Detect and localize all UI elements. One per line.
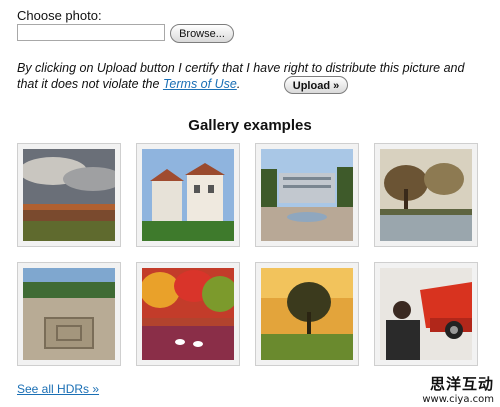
gallery-thumbnail-2[interactable] <box>136 143 240 247</box>
gallery-thumbnail-7[interactable] <box>255 262 359 366</box>
upload-disclaimer: By clicking on Upload button I certify t… <box>17 60 487 92</box>
cloudy-field-landscape-image <box>23 149 115 241</box>
gallery-thumbnail-6[interactable] <box>136 262 240 366</box>
watermark-url: www.ciya.com <box>422 394 494 405</box>
autumn-lake-swans-image <box>142 268 234 360</box>
stone-ruins-image <box>23 268 115 360</box>
watermark: 思洋互动 www.ciya.com <box>422 373 494 405</box>
trees-by-lake-image <box>380 149 472 241</box>
gallery-thumbnail-5[interactable] <box>17 262 121 366</box>
gallery-thumbnail-8[interactable] <box>374 262 478 366</box>
gallery-thumbnail-3[interactable] <box>255 143 359 247</box>
browse-button[interactable]: Browse... <box>170 24 234 43</box>
gallery-title: Gallery examples <box>188 117 312 134</box>
disclaimer-end: . <box>236 77 241 91</box>
disclaimer-text: By clicking on Upload button I certify t… <box>17 61 465 91</box>
gallery-thumbnail-1[interactable] <box>17 143 121 247</box>
lone-tree-sunset-image <box>261 268 353 360</box>
terms-of-use-link[interactable]: Terms of Use <box>163 77 237 91</box>
choose-photo-label: Choose photo: <box>17 8 102 23</box>
man-with-sports-car-image <box>380 268 472 360</box>
see-all-hdrs-link[interactable]: See all HDRs » <box>17 382 99 396</box>
plaza-fountain-image <box>261 149 353 241</box>
upload-button[interactable]: Upload » <box>284 76 348 94</box>
watermark-chinese-text: 思洋互动 <box>429 375 494 393</box>
file-path-input[interactable] <box>17 24 165 41</box>
villa-buildings-image <box>142 149 234 241</box>
gallery-thumbnail-4[interactable] <box>374 143 478 247</box>
